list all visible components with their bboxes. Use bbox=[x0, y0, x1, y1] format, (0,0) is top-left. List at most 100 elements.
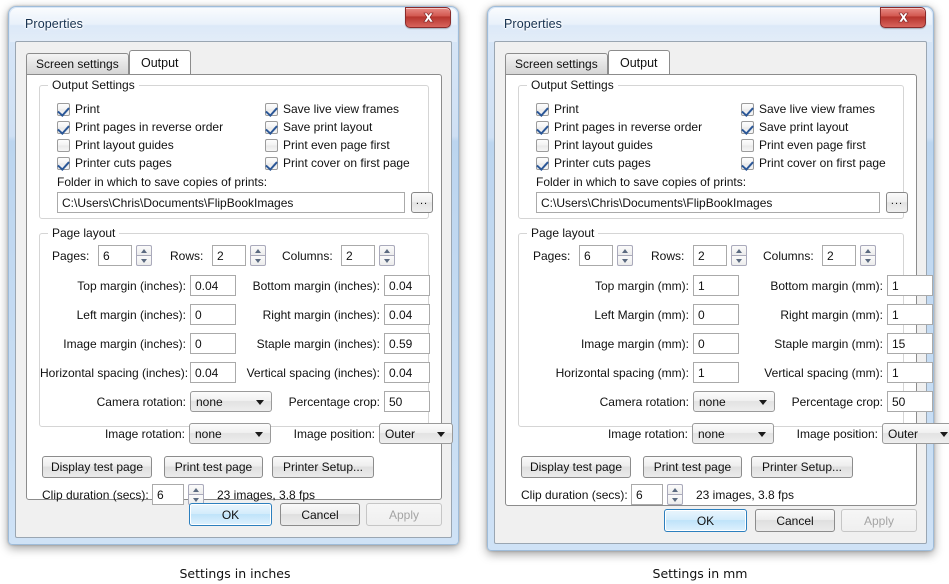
image-position-select[interactable]: Outer bbox=[379, 423, 453, 444]
percentage-crop-input[interactable]: 50 bbox=[384, 391, 430, 412]
tab-screen-settings[interactable]: Screen settings bbox=[26, 53, 129, 74]
clip-duration-input[interactable]: 6 bbox=[631, 484, 663, 505]
stepper-up[interactable] bbox=[667, 484, 683, 494]
cancel-button[interactable]: Cancel bbox=[280, 503, 360, 526]
checkbox-print-layout-guides[interactable]: Print layout guides bbox=[536, 138, 653, 152]
apply-button[interactable]: Apply bbox=[366, 503, 442, 526]
ok-button[interactable]: OK bbox=[664, 509, 747, 532]
stepper-down[interactable] bbox=[731, 255, 747, 266]
folder-path-input[interactable]: C:\Users\Chris\Documents\FlipBookImages bbox=[57, 192, 405, 213]
right-margin-input[interactable]: 1 bbox=[887, 304, 933, 325]
pages-input[interactable]: 6 bbox=[98, 245, 132, 266]
stepper-up[interactable] bbox=[860, 245, 876, 255]
rows-input[interactable]: 2 bbox=[693, 245, 727, 266]
columns-input[interactable]: 2 bbox=[341, 245, 375, 266]
checkbox-print-cover-first-page[interactable]: Print cover on first page bbox=[741, 156, 886, 170]
staple-margin-label: Staple margin (inches): bbox=[256, 337, 380, 351]
rows-stepper[interactable] bbox=[250, 245, 266, 266]
checkbox-print[interactable]: Print bbox=[536, 102, 579, 116]
bottom-margin-input[interactable]: 0.04 bbox=[384, 275, 430, 296]
percentage-crop-input[interactable]: 50 bbox=[887, 391, 933, 412]
cancel-button[interactable]: Cancel bbox=[755, 509, 835, 532]
print-test-page-button[interactable]: Print test page bbox=[643, 456, 742, 478]
stepper-up[interactable] bbox=[136, 245, 152, 255]
checkbox-save-print-layout[interactable]: Save print layout bbox=[741, 120, 848, 134]
stepper-down[interactable] bbox=[136, 255, 152, 266]
button-label: Apply bbox=[388, 507, 420, 522]
apply-button[interactable]: Apply bbox=[841, 509, 917, 532]
checkbox-print-even-page-first[interactable]: Print even page first bbox=[741, 138, 866, 152]
right-margin-label: Right margin (inches): bbox=[262, 308, 380, 322]
stepper-down[interactable] bbox=[250, 255, 266, 266]
display-test-page-button[interactable]: Display test page bbox=[42, 456, 152, 478]
clip-duration-stepper[interactable] bbox=[667, 484, 683, 505]
checkbox-box bbox=[57, 102, 70, 116]
staple-margin-input[interactable]: 0.59 bbox=[384, 333, 430, 354]
browse-folder-button[interactable]: ... bbox=[886, 192, 908, 213]
checkbox-print[interactable]: Print bbox=[57, 102, 100, 116]
rows-stepper[interactable] bbox=[731, 245, 747, 266]
checkbox-box bbox=[741, 102, 754, 116]
columns-input[interactable]: 2 bbox=[822, 245, 856, 266]
printer-setup-button[interactable]: Printer Setup... bbox=[751, 456, 853, 478]
stepper-down[interactable] bbox=[617, 255, 633, 266]
vertical-spacing-input[interactable]: 0.04 bbox=[384, 362, 430, 383]
checkbox-save-live-view-frames[interactable]: Save live view frames bbox=[741, 102, 875, 116]
stepper-up[interactable] bbox=[379, 245, 395, 255]
checkbox-printer-cuts-pages[interactable]: Printer cuts pages bbox=[536, 156, 651, 170]
stepper-up[interactable] bbox=[731, 245, 747, 255]
columns-stepper[interactable] bbox=[379, 245, 395, 266]
checkbox-save-print-layout[interactable]: Save print layout bbox=[265, 120, 372, 134]
clip-duration-input[interactable]: 6 bbox=[152, 484, 184, 505]
stepper-down[interactable] bbox=[379, 255, 395, 266]
stepper-up[interactable] bbox=[617, 245, 633, 255]
checkbox-printer-cuts-pages[interactable]: Printer cuts pages bbox=[57, 156, 172, 170]
tab-output[interactable]: Output bbox=[608, 50, 670, 74]
camera-rotation-select[interactable]: none bbox=[190, 391, 272, 412]
printer-setup-button[interactable]: Printer Setup... bbox=[272, 456, 374, 478]
browse-folder-button[interactable]: ... bbox=[411, 192, 433, 213]
checkbox-print-pages-reverse[interactable]: Print pages in reverse order bbox=[57, 120, 223, 134]
vertical-spacing-input[interactable]: 1 bbox=[887, 362, 933, 383]
stepper-down[interactable] bbox=[860, 255, 876, 266]
tab-screen-settings[interactable]: Screen settings bbox=[505, 53, 608, 74]
print-test-page-button[interactable]: Print test page bbox=[164, 456, 263, 478]
checkbox-print-cover-first-page[interactable]: Print cover on first page bbox=[265, 156, 410, 170]
stepper-up[interactable] bbox=[250, 245, 266, 255]
camera-rotation-select[interactable]: none bbox=[693, 391, 775, 412]
image-position-select[interactable]: Outer bbox=[882, 423, 949, 444]
dialog-footer: OK Cancel Apply bbox=[505, 509, 917, 537]
image-rotation-select[interactable]: none bbox=[692, 423, 774, 444]
checkbox-print-pages-reverse[interactable]: Print pages in reverse order bbox=[536, 120, 702, 134]
rows-input[interactable]: 2 bbox=[212, 245, 246, 266]
staple-margin-input[interactable]: 15 bbox=[887, 333, 933, 354]
image-rotation-select[interactable]: none bbox=[189, 423, 271, 444]
close-button[interactable] bbox=[405, 7, 451, 28]
close-button[interactable] bbox=[880, 7, 926, 28]
checkbox-label: Print cover on first page bbox=[759, 156, 886, 170]
ok-button[interactable]: OK bbox=[189, 503, 272, 526]
display-test-page-button[interactable]: Display test page bbox=[521, 456, 631, 478]
clip-duration-stepper[interactable] bbox=[188, 484, 204, 505]
right-margin-input[interactable]: 0.04 bbox=[384, 304, 430, 325]
titlebar[interactable]: Properties bbox=[494, 7, 927, 41]
tab-output[interactable]: Output bbox=[129, 50, 191, 74]
checkbox-label: Save print layout bbox=[759, 120, 849, 134]
chevron-down-icon bbox=[141, 258, 147, 263]
stepper-up[interactable] bbox=[188, 484, 204, 494]
checkbox-save-live-view-frames[interactable]: Save live view frames bbox=[265, 102, 399, 116]
rows-value: 2 bbox=[698, 248, 705, 263]
folder-path-input[interactable]: C:\Users\Chris\Documents\FlipBookImages bbox=[536, 192, 880, 213]
pages-stepper[interactable] bbox=[136, 245, 152, 266]
pages-stepper[interactable] bbox=[617, 245, 633, 266]
camera-rotation-label: Camera rotation: bbox=[96, 395, 186, 409]
checkbox-print-even-page-first[interactable]: Print even page first bbox=[265, 138, 390, 152]
columns-stepper[interactable] bbox=[860, 245, 876, 266]
titlebar[interactable]: Properties bbox=[15, 7, 452, 41]
checkbox-print-layout-guides[interactable]: Print layout guides bbox=[57, 138, 174, 152]
bottom-margin-input[interactable]: 1 bbox=[887, 275, 933, 296]
chevron-down-icon bbox=[672, 497, 678, 502]
vertical-spacing-value: 0.04 bbox=[389, 365, 413, 380]
pages-input[interactable]: 6 bbox=[579, 245, 613, 266]
stepper-down[interactable] bbox=[667, 494, 683, 505]
